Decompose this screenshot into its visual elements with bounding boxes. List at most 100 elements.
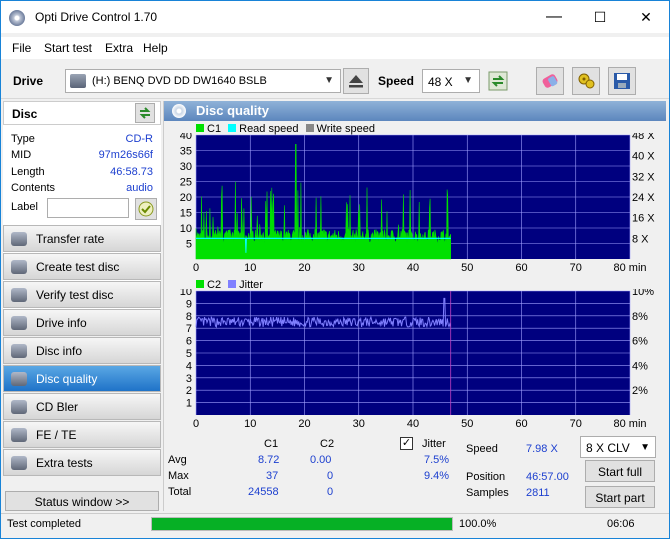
jitter-avg-value: 7.5% [424, 454, 450, 466]
x-tick-label: 10 [244, 418, 256, 430]
x-tick-label: 80 min [613, 262, 646, 274]
y2-tick-label: 2% [632, 385, 648, 397]
window-title: Opti Drive Control 1.70 [35, 10, 158, 24]
start-part-button[interactable]: Start part [585, 486, 655, 508]
stats-avg-key: Avg [168, 454, 187, 466]
eject-icon [349, 75, 363, 88]
nav-verify-test-disc-label: Verify test disc [36, 288, 114, 302]
disc-label-input[interactable] [47, 198, 129, 218]
menu-extra[interactable]: Extra [105, 41, 133, 55]
disc-type-row: Type CD-R [11, 133, 157, 149]
stats-max-c1: 37 [266, 470, 279, 482]
y-tick-label: 30 [180, 161, 192, 173]
nav-extra-tests[interactable]: Extra tests [3, 449, 161, 476]
disc-header-title: Disc [12, 107, 38, 121]
nav-verify-test-disc[interactable]: Verify test disc [3, 281, 161, 308]
drive-select-value: (H:) BENQ DVD DD DW1640 BSLB [92, 75, 267, 87]
drive-select[interactable]: (H:) BENQ DVD DD DW1640 BSLB ▼ [65, 69, 341, 93]
disc-header: Disc [3, 101, 161, 125]
refresh-speed-button[interactable] [485, 68, 511, 94]
menu-file[interactable]: File [12, 41, 31, 55]
disc-info-icon [11, 344, 27, 358]
chevron-down-icon: ▼ [463, 75, 473, 86]
samples-value: 2811 [526, 487, 550, 499]
settings-button[interactable] [572, 67, 600, 95]
stats-avg-c2: 0.00 [310, 454, 332, 466]
nav-drive-info-label: Drive info [36, 316, 87, 330]
close-button[interactable]: ✕ [623, 1, 669, 33]
x-tick-label: 30 [353, 262, 365, 274]
nav-transfer-rate[interactable]: Transfer rate [3, 225, 161, 252]
nav-disc-quality-label: Disc quality [36, 372, 98, 386]
eraser-icon [542, 74, 558, 88]
nav-fe-te[interactable]: FE / TE [3, 421, 161, 448]
app-disc-icon [9, 10, 25, 26]
position-key: Position [466, 471, 506, 483]
maximize-button[interactable]: ☐ [577, 1, 623, 33]
x-tick-label: 60 [515, 418, 527, 430]
nav-disc-info[interactable]: Disc info [3, 337, 161, 364]
refresh-disc-button[interactable] [135, 103, 155, 123]
chevron-down-icon: ▼ [324, 75, 334, 86]
disc-type-value: CD-R [125, 133, 154, 145]
nav-create-test-disc[interactable]: Create test disc [3, 253, 161, 280]
disc-icon [172, 104, 186, 118]
nav-extra-tests-label: Extra tests [36, 456, 93, 470]
x-tick-label: 20 [298, 418, 310, 430]
y-tick-label: 10 [180, 289, 192, 298]
disc-mid-row: MID 97m26s66f [11, 149, 157, 165]
nav-cd-bler-label: CD Bler [36, 400, 79, 414]
jitter-checkbox[interactable]: ✓ [400, 437, 413, 450]
y2-tick-label: 48 X [632, 133, 655, 142]
refresh-arrows-icon [488, 71, 508, 91]
y-tick-label: 10 [180, 223, 192, 235]
status-window-button[interactable]: Status window >> [5, 491, 159, 511]
x-tick-label: 0 [193, 418, 199, 430]
save-button[interactable] [608, 67, 636, 95]
c2-legend-swatch [196, 280, 204, 288]
nav-create-test-disc-label: Create test disc [36, 260, 120, 274]
y2-tick-label: 4% [632, 360, 648, 372]
status-bar: Test completed 100.0% 06:06 [1, 513, 669, 538]
chevron-down-icon: ▼ [640, 442, 650, 453]
eject-button[interactable] [343, 68, 369, 94]
disc-length-key: Length [11, 166, 45, 178]
nav-cd-bler[interactable]: CD Bler [3, 393, 161, 420]
disc-label-apply-button[interactable] [135, 198, 157, 220]
speed-select[interactable]: 48 X ▼ [422, 69, 480, 93]
test-mode-select[interactable]: 8 X CLV ▼ [580, 436, 656, 458]
c1-legend-swatch [196, 124, 204, 132]
y-tick-label: 20 [180, 192, 192, 204]
create-disc-icon [11, 260, 27, 274]
nav-fe-te-label: FE / TE [36, 428, 77, 442]
start-full-button[interactable]: Start full [585, 460, 655, 482]
stats-total-key: Total [168, 486, 192, 498]
disc-quality-panel: Disc quality C1 Read speed Write speed 0… [163, 101, 666, 511]
x-tick-label: 70 [570, 262, 582, 274]
x-tick-label: 0 [193, 262, 199, 274]
y-tick-label: 5 [186, 239, 192, 251]
x-tick-label: 40 [407, 262, 419, 274]
disc-label-key: Label [11, 201, 38, 213]
stats-avg-c1: 8.72 [258, 454, 280, 466]
position-value: 46:57.00 [526, 471, 569, 483]
drive-label: Drive [13, 74, 44, 88]
minimize-button[interactable]: — [531, 1, 577, 33]
menu-start-test[interactable]: Start test [44, 41, 92, 55]
y-tick-label: 9 [186, 298, 192, 310]
speed-value: 7.98 X [526, 443, 558, 455]
drive-info-icon [11, 316, 27, 330]
erase-button[interactable] [536, 67, 564, 95]
nav-disc-quality[interactable]: Disc quality [3, 365, 161, 392]
nav-drive-info[interactable]: Drive info [3, 309, 161, 336]
y2-tick-label: 16 X [632, 213, 655, 225]
nav-disc-info-label: Disc info [36, 344, 83, 358]
menu-help[interactable]: Help [143, 41, 168, 55]
y-tick-label: 2 [186, 385, 192, 397]
x-tick-label: 20 [298, 262, 310, 274]
cd-bler-icon [11, 400, 27, 414]
y2-tick-label: 32 X [632, 171, 655, 183]
progress-bar-fill [152, 518, 452, 530]
menu-bar: File Start test Extra Help [1, 37, 669, 59]
x-tick-label: 70 [570, 418, 582, 430]
